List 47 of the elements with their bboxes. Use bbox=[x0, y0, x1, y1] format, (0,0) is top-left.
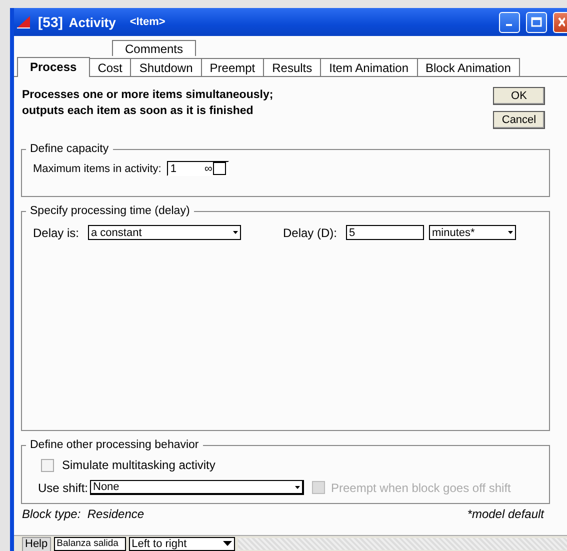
checkbox[interactable] bbox=[41, 458, 54, 472]
minimize-button[interactable] bbox=[499, 12, 520, 32]
dropdown-arrow-icon bbox=[508, 231, 513, 234]
block-type-text: Block type: Residence bbox=[22, 507, 144, 521]
input-field[interactable]: 1 ∞ bbox=[167, 161, 230, 176]
maximize-button[interactable] bbox=[526, 12, 547, 32]
tab[interactable]: Results bbox=[263, 58, 322, 76]
footnote-text: *model default bbox=[467, 507, 544, 521]
ok-button[interactable]: OK bbox=[493, 87, 545, 105]
maximize-icon bbox=[531, 17, 542, 27]
close-icon bbox=[556, 17, 564, 27]
input-field[interactable]: Balanza salida bbox=[54, 536, 126, 550]
checkbox-label: Simulate multitasking activity bbox=[62, 458, 216, 472]
group-title: Specify processing time (delay) bbox=[29, 205, 191, 217]
dropdown[interactable]: None bbox=[90, 480, 304, 495]
window-title: Activity bbox=[68, 14, 116, 30]
scrollbar[interactable] bbox=[238, 538, 567, 550]
checkbox[interactable] bbox=[213, 162, 226, 175]
dropdown-arrow-icon bbox=[295, 486, 300, 488]
group-title: Define capacity bbox=[29, 143, 110, 155]
field-label: Maximum items in activity: bbox=[33, 162, 162, 174]
field-label: Delay is: bbox=[33, 226, 80, 240]
tab[interactable]: Shutdown bbox=[130, 58, 202, 76]
description-text: Processes one or more items simultaneously; outputs each item as soon as it is finished bbox=[22, 88, 274, 119]
group-title: Define other processing behavior bbox=[29, 439, 200, 451]
dropdown-arrow-icon bbox=[222, 541, 232, 546]
tab[interactable]: Item Animation bbox=[320, 58, 418, 76]
window-title: <Item> bbox=[130, 16, 166, 28]
help-button[interactable]: Help bbox=[22, 536, 51, 550]
infinity-symbol: ∞ bbox=[204, 162, 212, 174]
dropdown[interactable]: a constant bbox=[88, 225, 241, 240]
checkbox-label: Preempt when block goes off shift bbox=[331, 480, 511, 494]
dropdown-arrow-icon bbox=[233, 231, 238, 234]
tab[interactable]: Comments bbox=[112, 40, 196, 56]
tab[interactable]: Preempt bbox=[200, 58, 264, 76]
input-field[interactable]: 5 bbox=[346, 225, 424, 240]
cancel-button[interactable]: Cancel bbox=[493, 111, 545, 129]
tab[interactable]: Block Animation bbox=[416, 58, 520, 76]
dropdown[interactable]: Left to right bbox=[128, 536, 235, 550]
tab[interactable]: Process bbox=[17, 57, 90, 77]
close-button[interactable] bbox=[553, 12, 567, 32]
window-title: [53] bbox=[38, 14, 63, 30]
field-label: Use shift: bbox=[38, 480, 90, 494]
tab[interactable]: Cost bbox=[88, 58, 132, 76]
block-icon bbox=[16, 15, 32, 29]
field-label: Delay (D): bbox=[283, 226, 338, 240]
dropdown[interactable]: minutes* bbox=[429, 225, 516, 240]
